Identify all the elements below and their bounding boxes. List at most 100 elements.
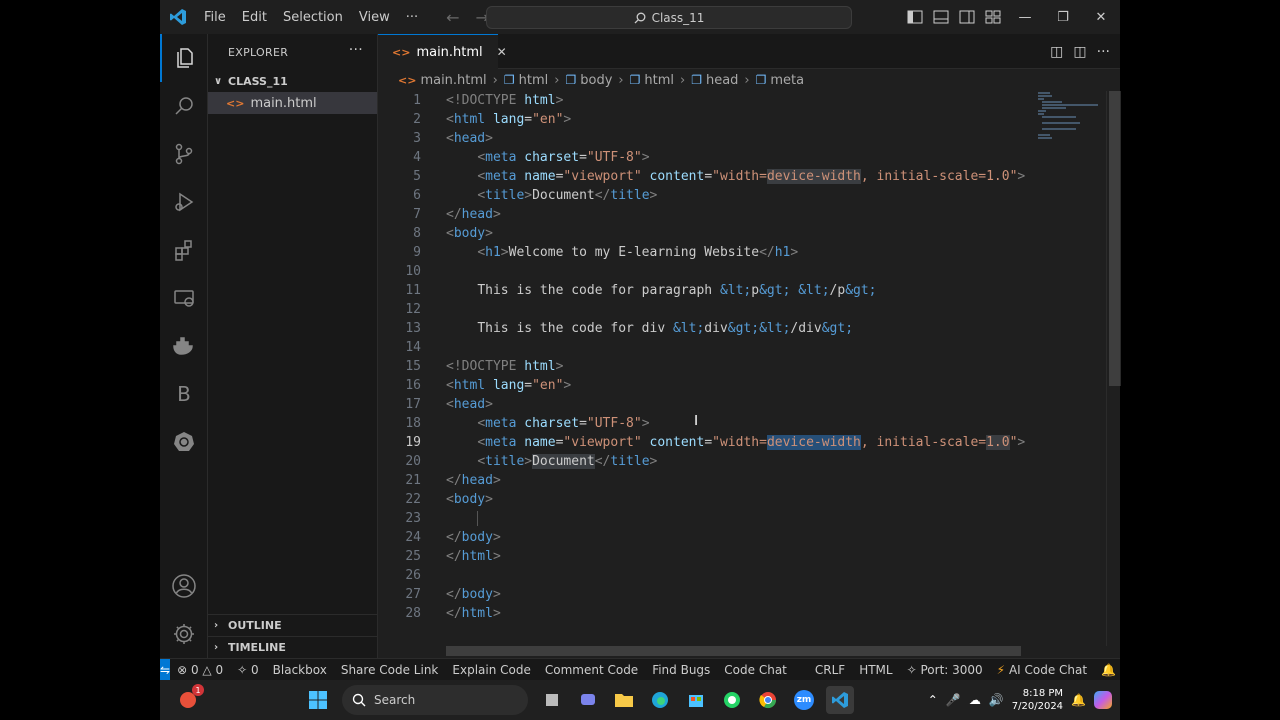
minimap[interactable]: [1036, 91, 1106, 141]
menu-view[interactable]: View: [351, 10, 398, 25]
status-comment-code[interactable]: Comment Code: [538, 663, 645, 677]
token: html: [453, 112, 486, 127]
volume-icon[interactable]: 🔊: [989, 693, 1004, 707]
remote-explorer-icon[interactable]: [160, 274, 208, 322]
token: &gt;&lt;: [727, 321, 791, 336]
whatsapp-icon[interactable]: [718, 686, 746, 714]
code-line: <title>Document</title>: [477, 454, 658, 469]
lightning-icon: ⚡: [996, 662, 1006, 677]
more-actions-icon[interactable]: ···: [349, 42, 363, 58]
status-ai-code-chat[interactable]: ⚡ AI Code Chat: [990, 663, 1094, 677]
file-main-html[interactable]: <> main.html: [208, 92, 377, 114]
notifications-bell-icon[interactable]: 🔔: [1094, 663, 1123, 677]
status-code-chat[interactable]: Code Chat: [717, 663, 794, 677]
folder-class-11[interactable]: ∨ CLASS_11: [208, 70, 377, 92]
token: title: [485, 454, 525, 469]
extensions-icon[interactable]: [160, 226, 208, 274]
breadcrumb-html-2[interactable]: html: [644, 73, 674, 88]
token: <!DOCTYPE: [446, 359, 517, 374]
element-icon: ❐: [691, 73, 702, 87]
ports-indicator[interactable]: ✧ 0: [230, 663, 266, 677]
toggle-primary-sidebar-icon[interactable]: [902, 0, 928, 34]
copilot-icon[interactable]: [1094, 691, 1112, 709]
breadcrumb-html[interactable]: html: [519, 73, 549, 88]
breadcrumb-file[interactable]: main.html: [420, 73, 486, 88]
chrome-icon[interactable]: [754, 686, 782, 714]
blackbox-b-icon[interactable]: B: [160, 370, 208, 418]
status-language[interactable]: HTML: [852, 663, 899, 677]
title-bar: File Edit Selection View ··· ← → Class_1…: [160, 0, 1120, 34]
breadcrumb-body[interactable]: body: [580, 73, 612, 88]
token: "en": [532, 112, 564, 127]
timeline-section[interactable]: › TIMELINE: [208, 636, 377, 658]
status-port[interactable]: ✧ Port: 3000: [900, 663, 990, 677]
menu-file[interactable]: File: [196, 10, 234, 25]
status-share-code-link[interactable]: Share Code Link: [334, 663, 446, 677]
notification-bell-icon[interactable]: 🔔: [1071, 693, 1086, 707]
status-find-bugs[interactable]: Find Bugs: [645, 663, 717, 677]
tab-main-html[interactable]: <> main.html ✕: [378, 34, 507, 69]
close-window-button[interactable]: ✕: [1082, 0, 1120, 34]
network-icon[interactable]: ☁: [969, 693, 981, 707]
more-actions-icon[interactable]: ···: [1097, 44, 1110, 60]
breadcrumb: <> main.html › ❐ html › ❐ body › ❐ html …: [378, 69, 1120, 91]
search-activity-icon[interactable]: [160, 82, 208, 130]
microsoft-store-icon[interactable]: [682, 686, 710, 714]
customize-layout-icon[interactable]: [980, 0, 1006, 34]
widgets-icon[interactable]: 1: [174, 684, 204, 714]
token: p: [751, 283, 760, 298]
token: html: [524, 359, 556, 374]
edge-browser-icon[interactable]: [646, 686, 674, 714]
chevron-up-icon[interactable]: ⌃: [928, 693, 938, 707]
breadcrumb-separator-icon: ›: [492, 72, 498, 88]
scrollbar-thumb[interactable]: [1109, 91, 1121, 386]
kubernetes-icon[interactable]: [160, 418, 208, 466]
vertical-scrollbar[interactable]: [1106, 91, 1121, 646]
explorer-icon[interactable]: [160, 34, 208, 82]
code-editor[interactable]: 1 2 3 4 5 6 7 8 9 10 11 12 13 14 15 16 1…: [378, 91, 1120, 646]
status-blackbox[interactable]: Blackbox: [266, 663, 334, 677]
breadcrumb-head[interactable]: head: [706, 73, 738, 88]
token: This is the code for paragraph: [477, 283, 720, 298]
back-arrow-icon[interactable]: ←: [446, 8, 459, 27]
teams-chat-icon[interactable]: [574, 686, 602, 714]
menu-selection[interactable]: Selection: [275, 10, 351, 25]
file-label: main.html: [250, 95, 317, 111]
windows-start-icon[interactable]: [304, 686, 332, 714]
zoom-icon[interactable]: zm: [790, 686, 818, 714]
split-editor-icon[interactable]: ◫: [1073, 44, 1086, 60]
minimize-button[interactable]: —: [1006, 0, 1044, 34]
close-tab-icon[interactable]: ✕: [497, 45, 507, 59]
status-eol[interactable]: CRLF: [808, 663, 852, 677]
token: &lt;: [719, 283, 752, 298]
menu-more[interactable]: ···: [398, 10, 426, 25]
restore-button[interactable]: ❐: [1044, 0, 1082, 34]
vscode-taskbar-icon[interactable]: [826, 686, 854, 714]
open-preview-icon[interactable]: ◫: [1050, 44, 1063, 60]
toggle-panel-icon[interactable]: [928, 0, 954, 34]
command-center-search[interactable]: Class_11: [486, 6, 852, 29]
problems-indicator[interactable]: ⊗ 0 △ 0: [170, 663, 230, 677]
warning-icon: △: [202, 662, 212, 677]
taskbar-search[interactable]: Search: [342, 685, 528, 715]
file-explorer-icon[interactable]: [610, 686, 638, 714]
docker-icon[interactable]: [160, 322, 208, 370]
remote-indicator-icon[interactable]: ⇋: [160, 658, 171, 681]
token: meta: [485, 416, 517, 431]
source-control-icon[interactable]: [160, 130, 208, 178]
accounts-icon[interactable]: [160, 562, 208, 610]
menu-edit[interactable]: Edit: [234, 10, 275, 25]
task-view-icon[interactable]: [538, 686, 566, 714]
outline-section[interactable]: › OUTLINE: [208, 614, 377, 636]
element-icon: ❐: [755, 73, 767, 87]
token: Document: [532, 188, 595, 203]
settings-gear-icon[interactable]: [160, 610, 208, 658]
status-explain-code[interactable]: Explain Code: [445, 663, 537, 677]
clock[interactable]: 8:18 PM 7/20/2024: [1012, 687, 1063, 713]
toggle-secondary-sidebar-icon[interactable]: [954, 0, 980, 34]
microphone-icon[interactable]: 🎤: [946, 693, 961, 707]
run-debug-icon[interactable]: [160, 178, 208, 226]
breadcrumb-meta[interactable]: meta: [770, 73, 804, 88]
code-line: </head>: [446, 207, 501, 222]
horizontal-scrollbar[interactable]: [446, 646, 1021, 656]
